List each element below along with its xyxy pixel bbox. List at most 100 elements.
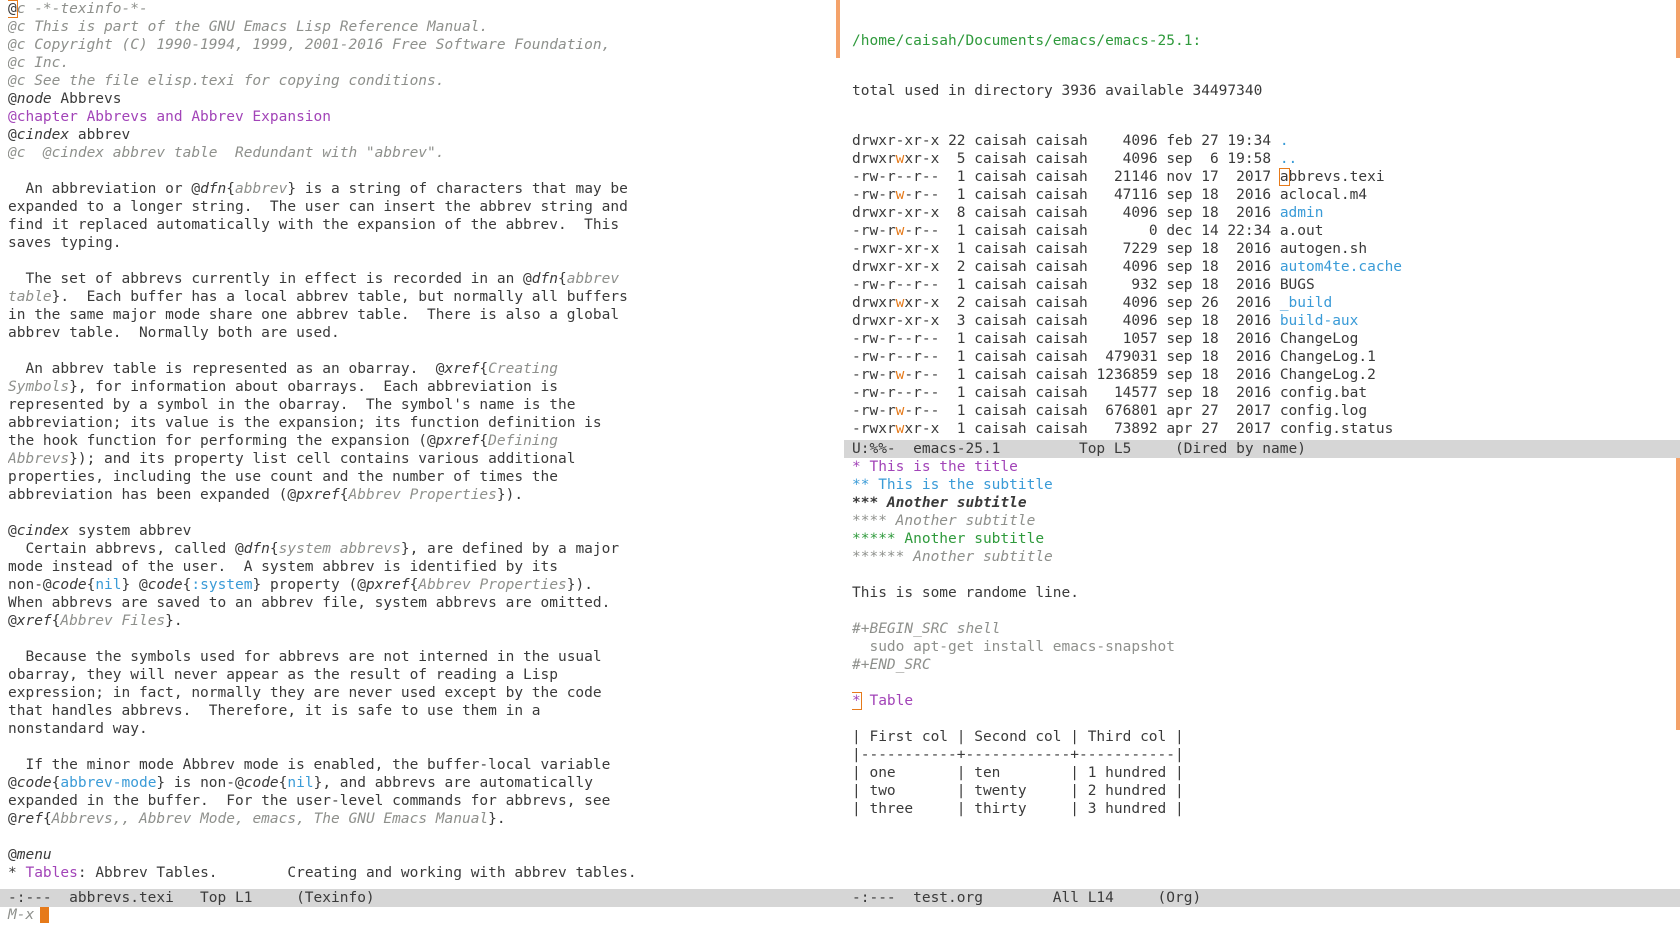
texinfo-text: in the same major mode share one abbrev …	[8, 307, 620, 323]
dired-meta: 1 caisah caisah 7229 sep 18 2016	[939, 241, 1280, 257]
dired-entry[interactable]: -rw-r--r-- 1 caisah caisah 1057 sep 18 2…	[852, 330, 1672, 348]
dired-entry[interactable]: -rw-r--r-- 1 caisah caisah 21146 nov 17 …	[852, 168, 1672, 186]
texinfo-text: abbrev	[235, 181, 288, 197]
texinfo-line: @c @cindex abbrev table Redundant with "…	[8, 144, 828, 162]
texinfo-text: expression; in fact, normally they are n…	[8, 685, 602, 701]
texinfo-line: properties, including the use count and …	[8, 468, 828, 486]
texinfo-line: the hook function for performing the exp…	[8, 432, 828, 450]
texinfo-text: code	[16, 775, 52, 791]
texinfo-text: } is non-@	[156, 775, 244, 791]
minibuffer[interactable]: M-x	[8, 906, 50, 924]
dired-permissions: -rw-r--r--	[852, 169, 940, 185]
dired-filename[interactable]: aclocal.m4	[1280, 187, 1367, 203]
texinfo-text: the hook function for performing the exp…	[8, 433, 436, 449]
dired-filename[interactable]: config.status	[1280, 421, 1394, 437]
org-scrollbar[interactable]	[1676, 458, 1680, 730]
dired-filename[interactable]: autom4te.cache	[1280, 259, 1402, 275]
org-line	[852, 710, 1672, 728]
dired-entry[interactable]: drwxr-xr-x 8 caisah caisah 4096 sep 18 2…	[852, 204, 1672, 222]
texinfo-line: @c See the file elisp.texi for copying c…	[8, 72, 828, 90]
texinfo-text: @c See the file elisp.texi for copying c…	[8, 73, 445, 89]
org-text: | two | twenty | 2 hundred |	[852, 783, 1184, 799]
texinfo-text: pxref	[296, 487, 340, 503]
org-text: | one | ten | 1 hundred |	[852, 765, 1184, 781]
left-scroll-indicator[interactable]	[836, 0, 840, 58]
dired-entry[interactable]: -rw-rw-r-- 1 caisah caisah 47116 sep 18 …	[852, 186, 1672, 204]
dired-filename[interactable]: build-aux	[1280, 313, 1359, 329]
org-text: ****	[852, 513, 896, 529]
dired-filename[interactable]: ..	[1280, 151, 1297, 167]
dired-filename[interactable]: autogen.sh	[1280, 241, 1367, 257]
dired-entry[interactable]: -rwxrwxr-x 1 caisah caisah 73892 apr 27 …	[852, 420, 1672, 438]
texinfo-line: @xref{Abbrev Files}.	[8, 612, 828, 630]
dired-filename[interactable]: ChangeLog.2	[1280, 367, 1376, 383]
texinfo-text: :system	[191, 577, 253, 593]
texinfo-line	[8, 342, 828, 360]
texinfo-text: @	[8, 775, 17, 791]
org-line: | three | thirty | 3 hundred |	[852, 800, 1672, 818]
texinfo-line: abbreviation has been expanded (@pxref{A…	[8, 486, 828, 504]
texinfo-text: abbrev table. Normally both are used.	[8, 325, 340, 341]
org-text: Another subtitle	[913, 549, 1053, 565]
dired-filename[interactable]: admin	[1280, 205, 1324, 221]
dired-entry[interactable]: drwxrwxr-x 2 caisah caisah 4096 sep 26 2…	[852, 294, 1672, 312]
dired-meta: 3 caisah caisah 4096 sep 18 2016	[939, 313, 1280, 329]
org-text: Table	[860, 693, 914, 709]
dired-entry[interactable]: -rw-r--r-- 1 caisah caisah 932 sep 18 20…	[852, 276, 1672, 294]
org-text: ***** Another subtitle	[852, 531, 1045, 547]
dired-modeline: U:%%- emacs-25.1 Top L5 (Dired by name)	[844, 440, 1680, 458]
texinfo-text: nonstandard way.	[8, 721, 148, 737]
dired-meta: 1 caisah caisah 932 sep 18 2016	[939, 277, 1280, 293]
dired-entry[interactable]: -rwxr-xr-x 1 caisah caisah 7229 sep 18 2…	[852, 240, 1672, 258]
dired-buffer[interactable]: /home/caisah/Documents/emacs/emacs-25.1:…	[852, 0, 1672, 438]
dired-permissions: drwxrwxr-x	[852, 151, 940, 167]
texinfo-text: @c Copyright (C) 1990-1994, 1999, 2001-2…	[8, 37, 611, 53]
dired-filename[interactable]: config.bat	[1280, 385, 1367, 401]
texinfo-line: expanded to a longer string. The user ca…	[8, 198, 828, 216]
texinfo-text: @	[8, 127, 17, 143]
dired-filename[interactable]: abbrevs.texi	[1278, 168, 1385, 186]
org-buffer[interactable]: * This is the title ** This is the subtit…	[852, 458, 1672, 888]
texinfo-text: Creating	[488, 361, 558, 377]
dired-entry[interactable]: drwxrwxr-x 5 caisah caisah 4096 sep 6 19…	[852, 150, 1672, 168]
dired-permissions: -rw-rw-r--	[852, 223, 940, 239]
dired-filename[interactable]: _build	[1280, 295, 1332, 311]
org-text: This is some randome line.	[852, 585, 1079, 601]
org-text: Another subtitle	[886, 495, 1027, 511]
dired-entry[interactable]: -rw-rw-r-- 1 caisah caisah 676801 apr 27…	[852, 402, 1672, 420]
texinfo-line: Abbrevs}); and its property list cell co…	[8, 450, 828, 468]
dired-scrollbar[interactable]	[1676, 0, 1680, 58]
texinfo-text: }).	[566, 577, 593, 593]
dired-filename[interactable]: ChangeLog.1	[1280, 349, 1376, 365]
dired-permissions: -rwxr-xr-x	[852, 241, 940, 257]
dired-meta: 1 caisah caisah 47116 sep 18 2016	[939, 187, 1280, 203]
texinfo-text: cindex	[16, 523, 70, 539]
dired-filename[interactable]: BUGS	[1280, 277, 1315, 293]
texinfo-text: represented by a symbol in the obarray. …	[8, 397, 576, 413]
texinfo-line: @menu	[8, 846, 828, 864]
texinfo-text: An abbreviation or @	[8, 181, 201, 197]
dired-permissions: drwxr-xr-x	[852, 259, 940, 275]
texinfo-buffer[interactable]: @c -*-texinfo-*- @c This is part of the G…	[8, 0, 828, 892]
dired-meta: 1 caisah caisah 73892 apr 27 2017	[939, 421, 1280, 437]
texinfo-line	[8, 630, 828, 648]
org-modeline: -:--- test.org All L14 (Org)	[844, 889, 1680, 907]
dired-entry[interactable]: drwxr-xr-x 2 caisah caisah 4096 sep 18 2…	[852, 258, 1672, 276]
texinfo-text: expanded in the buffer. For the user-lev…	[8, 793, 611, 809]
dired-entry[interactable]: -rw-r--r-- 1 caisah caisah 479031 sep 18…	[852, 348, 1672, 366]
dired-filename[interactable]: a.out	[1280, 223, 1324, 239]
texinfo-text: } is a string of characters that may be	[287, 181, 628, 197]
dired-filename[interactable]: config.log	[1280, 403, 1367, 419]
texinfo-line: that handles abbrevs. Therefore, it is s…	[8, 702, 828, 720]
texinfo-line: Symbols}, for information about obarrays…	[8, 378, 828, 396]
texinfo-line: nonstandard way.	[8, 720, 828, 738]
dired-entry[interactable]: drwxr-xr-x 3 caisah caisah 4096 sep 18 2…	[852, 312, 1672, 330]
dired-entry[interactable]: -rw-rw-r-- 1 caisah caisah 0 dec 14 22:3…	[852, 222, 1672, 240]
dired-entry[interactable]: drwxr-xr-x 22 caisah caisah 4096 feb 27 …	[852, 132, 1672, 150]
dired-filename[interactable]: ChangeLog	[1280, 331, 1359, 347]
dired-entry[interactable]: -rw-rw-r-- 1 caisah caisah 1236859 sep 1…	[852, 366, 1672, 384]
org-text: * This is the title	[852, 459, 1018, 475]
dired-filename[interactable]: .	[1280, 133, 1289, 149]
dired-entry[interactable]: -rw-r--r-- 1 caisah caisah 14577 sep 18 …	[852, 384, 1672, 402]
dired-meta: 2 caisah caisah 4096 sep 26 2016	[939, 295, 1280, 311]
